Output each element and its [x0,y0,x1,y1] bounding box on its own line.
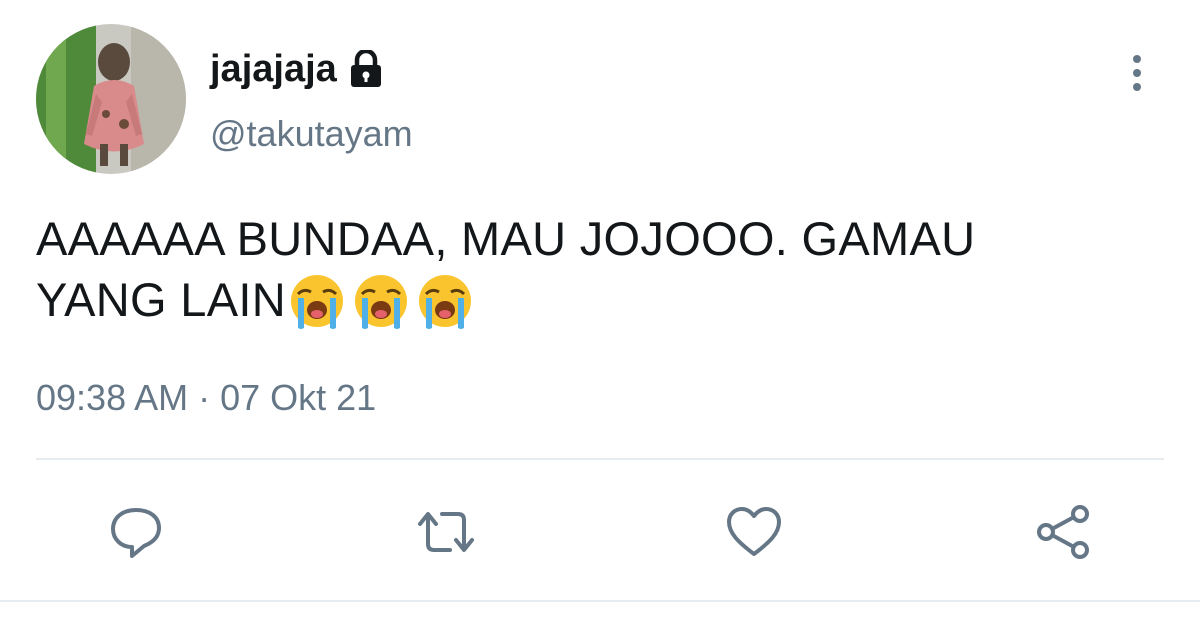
avatar[interactable] [36,24,186,174]
tweet-text-line-1: AAAAAA BUNDAA, MAU JOJOOO. GAMAU [36,212,976,265]
retweet-icon [418,512,474,552]
bottom-divider [0,600,1200,602]
emoji-group [288,272,474,330]
tweet-text: AAAAAA BUNDAA, MAU JOJOOO. GAMAU YANG LA… [36,208,1156,330]
loudly-crying-face-icon [354,275,407,329]
reply-icon [111,508,161,558]
loudly-crying-face-icon [290,275,343,329]
lock-icon [349,48,383,88]
more-vertical-icon[interactable] [1124,52,1150,96]
display-name[interactable]: jajajaja [210,50,337,88]
share-icon [1037,505,1089,559]
like-button[interactable] [722,500,786,564]
retweet-button[interactable] [414,500,478,564]
tweet-timestamp[interactable]: 09:38 AM · 07 Okt 21 [36,380,376,416]
share-button[interactable] [1032,500,1096,564]
user-handle[interactable]: @takutayam [210,116,413,152]
tweet-text-line-2: YANG LAIN [36,269,1156,330]
tweet-card: jajajaja @takutayam AAAAAA BUNDAA, MAU J… [0,0,1200,618]
heart-icon [727,507,781,556]
divider [36,458,1164,460]
display-name-row: jajajaja [210,44,383,94]
tweet-text-line-2-text: YANG LAIN [36,273,286,326]
reply-button[interactable] [104,500,168,564]
loudly-crying-face-icon [418,275,471,329]
